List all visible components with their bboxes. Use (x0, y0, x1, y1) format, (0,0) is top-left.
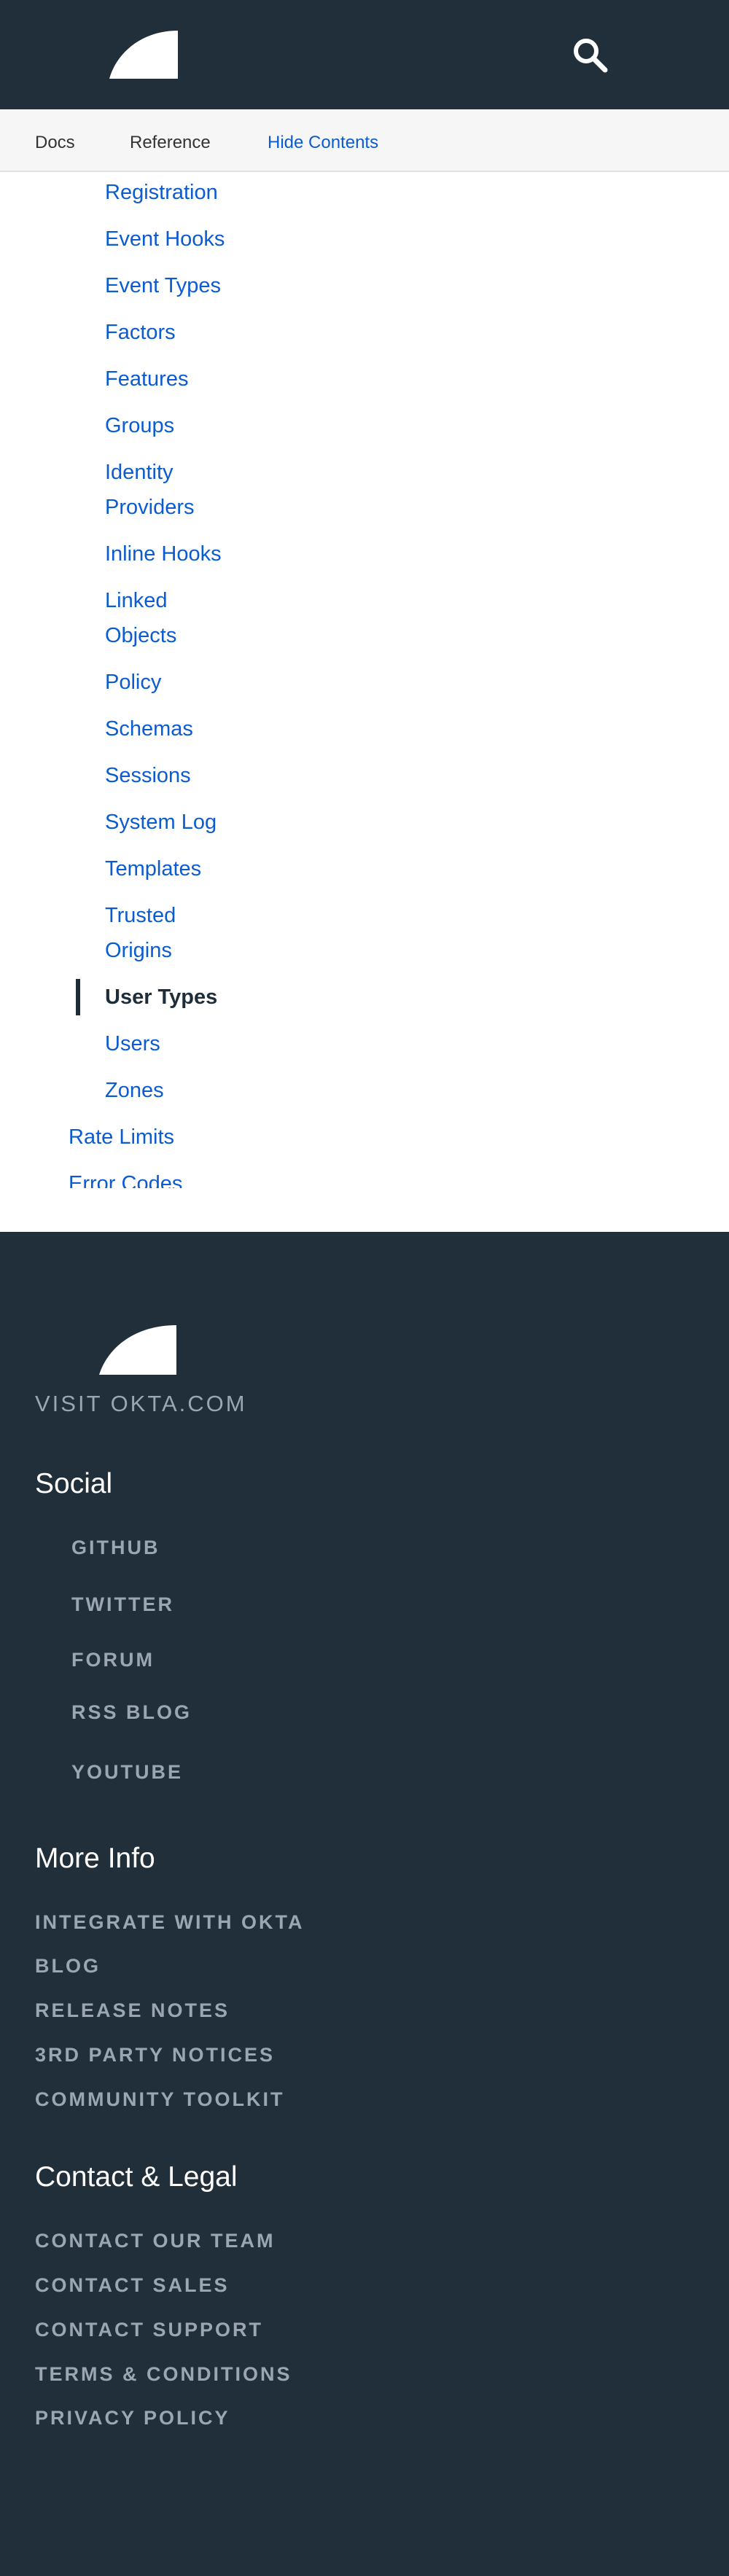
footer-link-forum[interactable]: FORUM (71, 1649, 155, 1671)
footer-link-blog[interactable]: BLOG (35, 1955, 101, 1978)
footer-link-contact-support[interactable]: CONTACT SUPPORT (35, 2319, 263, 2341)
toc-item-user-types[interactable]: User Types (105, 980, 217, 1015)
active-item-marker (76, 979, 80, 1015)
toc-item-zones[interactable]: Zones (105, 1073, 164, 1108)
site-footer: VISIT OKTA.COM Social GITHUB TWITTER FOR… (0, 1232, 729, 2576)
more-info-heading: More Info (35, 1843, 155, 1874)
footer-link-release-notes[interactable]: RELEASE NOTES (35, 1999, 230, 2022)
okta-logo-icon[interactable] (99, 1325, 176, 1375)
footer-link-privacy[interactable]: PRIVACY POLICY (35, 2407, 230, 2429)
contents-list: Registration Event Hooks Event Types Fac… (0, 172, 729, 1188)
contact-legal-heading: Contact & Legal (35, 2161, 238, 2193)
footer-link-twitter[interactable]: TWITTER (71, 1593, 174, 1616)
toc-item-trusted-origins-line2[interactable]: Origins (105, 933, 172, 968)
footer-link-community-toolkit[interactable]: COMMUNITY TOOLKIT (35, 2088, 285, 2111)
toc-item-identity-providers[interactable]: Identity (105, 455, 174, 490)
nav-docs-link[interactable]: Docs (35, 133, 75, 153)
footer-link-youtube[interactable]: YOUTUBE (71, 1761, 183, 1784)
footer-link-contact-sales[interactable]: CONTACT SALES (35, 2274, 230, 2297)
toc-item-inline-hooks[interactable]: Inline Hooks (105, 536, 222, 571)
toc-item-templates[interactable]: Templates (105, 851, 201, 886)
search-icon[interactable] (570, 35, 611, 76)
toc-item-linked-objects-line2[interactable]: Objects (105, 618, 176, 653)
toc-item-trusted-origins[interactable]: Trusted (105, 898, 176, 933)
footer-link-terms[interactable]: TERMS & CONDITIONS (35, 2363, 292, 2386)
toc-item-sessions[interactable]: Sessions (105, 758, 191, 793)
nav-reference-link[interactable]: Reference (130, 133, 211, 153)
toc-item-features[interactable]: Features (105, 362, 188, 397)
toc-item-system-log[interactable]: System Log (105, 805, 217, 840)
footer-link-3rd-party[interactable]: 3RD PARTY NOTICES (35, 2044, 275, 2066)
okta-logo-icon[interactable] (109, 31, 178, 79)
toc-item-registration[interactable]: Registration (105, 175, 218, 210)
toc-item-schemas[interactable]: Schemas (105, 711, 193, 746)
footer-link-rss-blog[interactable]: RSS BLOG (71, 1701, 192, 1724)
footer-link-github[interactable]: GITHUB (71, 1537, 160, 1559)
toc-item-identity-providers-line2[interactable]: Providers (105, 490, 195, 525)
toc-item-event-hooks[interactable]: Event Hooks (105, 222, 225, 257)
toc-item-users[interactable]: Users (105, 1026, 160, 1061)
toc-item-factors[interactable]: Factors (105, 315, 176, 350)
toc-item-policy[interactable]: Policy (105, 665, 161, 700)
toc-item-linked-objects[interactable]: Linked (105, 583, 167, 618)
toc-item-groups[interactable]: Groups (105, 408, 174, 443)
social-heading: Social (35, 1468, 113, 1499)
docs-subnav: Docs Reference Hide Contents (0, 109, 729, 172)
footer-link-integrate[interactable]: INTEGRATE WITH OKTA (35, 1911, 304, 1934)
site-header (0, 0, 729, 109)
visit-okta-link[interactable]: VISIT OKTA.COM (35, 1391, 247, 1417)
toc-item-event-types[interactable]: Event Types (105, 268, 221, 303)
toc-item-rate-limits[interactable]: Rate Limits (69, 1120, 174, 1155)
footer-link-contact-team[interactable]: CONTACT OUR TEAM (35, 2230, 275, 2252)
toc-item-error-codes[interactable]: Error Codes (69, 1166, 182, 1188)
hide-contents-link[interactable]: Hide Contents (268, 133, 378, 153)
